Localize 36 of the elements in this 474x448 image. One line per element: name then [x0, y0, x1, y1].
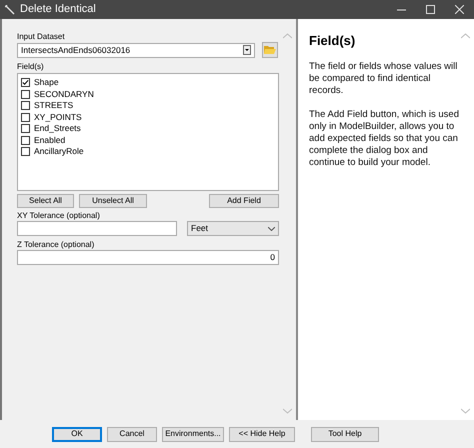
field-label: XY Tolerance (optional) [17, 211, 100, 221]
checkbox[interactable] [21, 136, 30, 145]
field-name: STREETS [34, 99, 74, 112]
dialog-button[interactable]: << Hide Help [229, 426, 295, 442]
field-name: Shape [34, 76, 59, 90]
checkbox[interactable] [21, 78, 30, 88]
dialog-button[interactable]: Tool Help [311, 426, 379, 442]
unit-dropdown[interactable]: Feet [187, 221, 279, 236]
window-title: Delete Identical [20, 2, 96, 18]
field-name: SECONDARYN [34, 88, 94, 101]
field-name: AncillaryRole [34, 145, 84, 158]
checkbox[interactable] [21, 112, 30, 122]
checkbox[interactable] [21, 147, 30, 156]
help-paragraph: The Add Field button, which is used only in ModelBuilder, allows you to add expected fields so that you can complete the dialog box and continue to build your model. [309, 108, 460, 168]
dataset-dropdown[interactable]: IntersectsAndEnds06032016 [17, 42, 255, 58]
add-field-button[interactable]: Add Field [209, 194, 279, 208]
help-title: Field(s) [309, 32, 356, 50]
field-label: Z Tolerance (optional) [17, 240, 94, 250]
field-label: Field(s) [17, 62, 44, 72]
checkbox[interactable] [21, 124, 30, 134]
chevron-icon [268, 226, 275, 230]
checkbox[interactable] [21, 90, 30, 99]
dialog-button[interactable]: Cancel [107, 426, 157, 442]
unselect-all-button[interactable]: Unselect All [79, 194, 147, 208]
field-label: Input Dataset [17, 32, 65, 42]
dialog-button[interactable]: Environments... [162, 426, 224, 442]
field-name: Enabled [34, 134, 66, 147]
xy-tolerance-field[interactable] [17, 221, 177, 236]
select-all-button[interactable]: Select All [17, 194, 74, 208]
dialog-button[interactable]: OK [52, 426, 102, 442]
z-tolerance-field[interactable]: 0 [17, 250, 279, 265]
tool-icon [5, 4, 15, 14]
field-name: XY_POINTS [34, 110, 82, 124]
help-paragraph: The field or fields whose values will be compared to find identical records. [309, 60, 458, 96]
checkbox[interactable] [21, 101, 30, 110]
field-name: End_Streets [34, 122, 81, 136]
